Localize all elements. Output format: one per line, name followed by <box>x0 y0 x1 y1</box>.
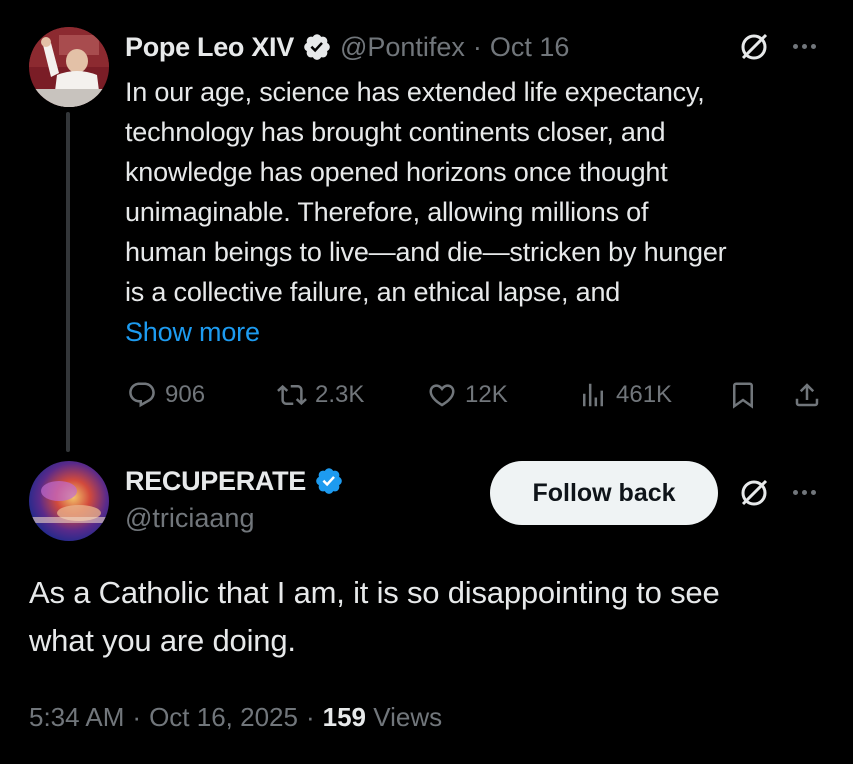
reply-author-handle[interactable]: @triciaang <box>125 503 254 534</box>
more-options-icon[interactable] <box>793 490 816 495</box>
triciaang-avatar[interactable] <box>29 461 109 541</box>
reply-icon <box>129 382 155 408</box>
grok-icon[interactable] <box>737 476 771 515</box>
verified-badge-icon[interactable] <box>314 466 344 496</box>
tweet-text-line: knowledge has opened horizons once thoug… <box>125 157 668 187</box>
heart-icon <box>429 384 455 407</box>
reply-views-label: Views <box>373 702 443 732</box>
views-chart-icon <box>583 383 603 407</box>
reply-views-count: 159 <box>322 702 367 732</box>
share-icon <box>795 383 819 407</box>
reply-time[interactable]: 5:34 AM <box>29 702 124 733</box>
share-button[interactable] <box>792 380 822 415</box>
pontifex-avatar[interactable] <box>29 27 109 107</box>
like-button[interactable]: 12K <box>427 380 508 410</box>
reply-text-line: what you are doing. <box>29 623 296 658</box>
reply-text: As a Catholic that I am, it is so disapp… <box>29 569 839 665</box>
meta-separator: · <box>132 702 142 732</box>
repost-icon <box>277 384 307 406</box>
reply-count: 906 <box>165 381 206 408</box>
repost-button[interactable]: 2.3K <box>277 380 364 410</box>
reply-header: RECUPERATE <box>125 462 344 500</box>
author-handle[interactable]: @Pontifex <box>340 32 465 63</box>
show-more-link[interactable]: Show more <box>125 312 835 352</box>
reply-metadata: 5:34 AM · Oct 16, 2025 · 159 Views <box>29 702 442 733</box>
verified-badge-icon[interactable] <box>302 32 332 62</box>
follow-back-button[interactable]: Follow back <box>490 461 718 525</box>
repost-count: 2.3K <box>315 381 365 408</box>
tweet-text-line: is a collective failure, an ethical laps… <box>125 277 621 307</box>
reply-button[interactable]: 906 <box>127 380 205 410</box>
tweet-text-line: human beings to live—and die—stricken by… <box>125 237 727 267</box>
views-count: 461K <box>616 381 673 408</box>
meta-separator: · <box>305 702 315 732</box>
tweet-text-line: technology has brought continents closer… <box>125 117 666 147</box>
tweet-text: In our age, science has extended life ex… <box>125 72 835 352</box>
views-button[interactable]: 461K <box>578 380 672 410</box>
header-separator: · <box>472 31 482 62</box>
more-options-icon[interactable] <box>793 44 816 49</box>
tweet-header: Pope Leo XIV @Pontifex · Oct 16 <box>125 28 569 66</box>
tweet-date[interactable]: Oct 16 <box>490 32 570 63</box>
tweet-text-line: unimaginable. Therefore, allowing millio… <box>125 197 649 227</box>
reply-author-name[interactable]: RECUPERATE <box>125 466 306 497</box>
grok-icon[interactable] <box>737 30 771 69</box>
tweet-text-line: In our age, science has extended life ex… <box>125 77 705 107</box>
author-name[interactable]: Pope Leo XIV <box>125 32 294 63</box>
reply-text-line: As a Catholic that I am, it is so disapp… <box>29 575 720 610</box>
reply-date[interactable]: Oct 16, 2025 <box>149 702 298 733</box>
like-count: 12K <box>465 381 508 408</box>
bookmark-icon <box>733 382 753 409</box>
bookmark-button[interactable] <box>728 380 758 415</box>
thread-connector-line <box>66 112 70 452</box>
